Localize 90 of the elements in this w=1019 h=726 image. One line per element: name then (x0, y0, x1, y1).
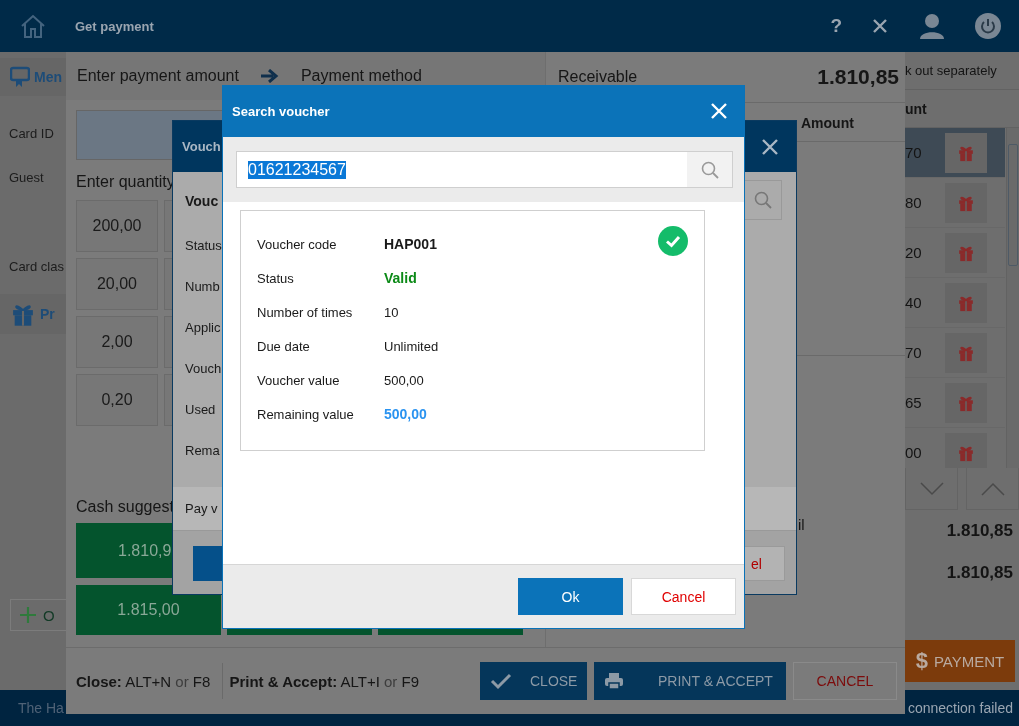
column-header: unt (905, 100, 927, 117)
status-text: The Ha (18, 700, 64, 716)
dialog-title: Get payment (75, 18, 154, 34)
field-label: Due date (257, 338, 311, 354)
receivable-label: Receivable (558, 68, 638, 86)
header-label: k out separately (905, 63, 997, 78)
amount-button[interactable]: 20,00 (76, 258, 158, 310)
field-value: Unlimited (384, 338, 439, 354)
shortcut-hint: Print & Accept: ALT+I or F9 (229, 672, 421, 690)
arrow-icon (260, 69, 279, 83)
chevron-down-icon (919, 481, 944, 496)
field-value: 500,00 (384, 406, 427, 422)
gift-button[interactable] (945, 432, 987, 468)
order-row[interactable]: 40 (905, 278, 1005, 328)
amount-button[interactable]: 2,00 (76, 316, 158, 368)
payment-button[interactable]: $ PAYMENT (905, 640, 1015, 682)
chevron-up-icon (980, 481, 1005, 496)
plus-icon (19, 606, 37, 624)
field-label: Guest (8, 170, 45, 186)
search-icon (700, 160, 719, 179)
order-row[interactable]: 20 (905, 228, 1005, 278)
dialog-title: Search voucher (232, 103, 330, 119)
gift-button[interactable] (945, 282, 987, 323)
gift-button[interactable] (945, 382, 987, 423)
field-label: Card clas (8, 259, 65, 275)
check-icon (490, 672, 512, 690)
scrollbar[interactable] (1006, 128, 1019, 468)
field-label: Status (257, 270, 295, 286)
field-value: 500,00 (384, 372, 424, 388)
ok-button[interactable]: Ok (518, 578, 623, 615)
gift-button[interactable] (945, 182, 987, 223)
summary-label: il (798, 516, 805, 533)
total-amount: 1.810,85 (946, 521, 1013, 541)
amount-button[interactable]: 0,20 (76, 374, 158, 426)
field-label: Voucher code (257, 236, 338, 252)
gift-button[interactable] (945, 332, 987, 373)
field-label: Card ID (8, 126, 55, 142)
field-label: Applic (185, 319, 222, 337)
cancel-button[interactable]: el (744, 546, 785, 581)
help-button[interactable]: ? (830, 15, 842, 37)
gift-button[interactable] (945, 132, 987, 173)
home-icon (19, 13, 47, 39)
field-value: Valid (384, 270, 417, 286)
scroll-up-button[interactable] (966, 468, 1019, 510)
section-label: Enter quantity (76, 172, 175, 192)
search-button[interactable] (687, 152, 732, 187)
field-label: Remaining value (257, 406, 355, 422)
order-row[interactable]: 70 (905, 128, 1005, 178)
cancel-button[interactable]: CANCEL (793, 662, 897, 700)
field-value: HAP001 (384, 236, 437, 252)
receivable-amount: 1.810,85 (817, 65, 899, 89)
order-row[interactable]: 80 (905, 178, 1005, 228)
card-icon (10, 66, 30, 88)
field-label: Voucher value (257, 372, 341, 388)
close-button[interactable]: CLOSE (480, 662, 587, 700)
field-label: Vouch (185, 360, 223, 378)
user-icon (919, 13, 945, 39)
dialog-title: Vouch (182, 139, 221, 154)
shortcut-hint: Close: ALT+N or F8 (76, 672, 212, 690)
search-icon (754, 191, 772, 209)
step-label: Payment method (300, 67, 422, 85)
column-header: Amount (801, 115, 854, 131)
confirm-button[interactable] (193, 546, 222, 581)
print-accept-button[interactable]: PRINT & ACCEPT (594, 662, 786, 700)
field-label: Rema (185, 442, 221, 460)
search-field[interactable]: 01621234567 (236, 151, 733, 188)
field-label: Numb (185, 278, 221, 296)
close-icon[interactable] (761, 137, 779, 156)
field-value: 10 (384, 304, 399, 320)
field-label: Number of times (257, 304, 354, 320)
section-heading: Vouc (185, 192, 220, 211)
total-amount: 1.810,85 (946, 563, 1013, 583)
cancel-button[interactable]: Cancel (631, 578, 736, 615)
close-icon[interactable] (872, 18, 888, 34)
field-label: Used (185, 401, 217, 419)
check-circle-icon (658, 226, 688, 256)
power-icon (975, 13, 1001, 39)
section-label: Cash suggest (76, 497, 174, 517)
field-label: Status (185, 237, 223, 255)
order-row[interactable]: 65 (905, 378, 1005, 428)
printer-icon (604, 672, 624, 690)
order-row[interactable]: 00 (905, 428, 1005, 468)
status-text: connection failed (907, 700, 1013, 716)
step-label: Enter payment amount (77, 67, 239, 85)
gift-button[interactable] (945, 232, 987, 273)
search-button[interactable] (744, 180, 782, 220)
cash-button[interactable]: 1.815,00 (76, 585, 221, 635)
order-row[interactable]: 70 (905, 328, 1005, 378)
field-label: Pay v (185, 501, 218, 516)
amount-button[interactable]: 200,00 (76, 200, 158, 252)
